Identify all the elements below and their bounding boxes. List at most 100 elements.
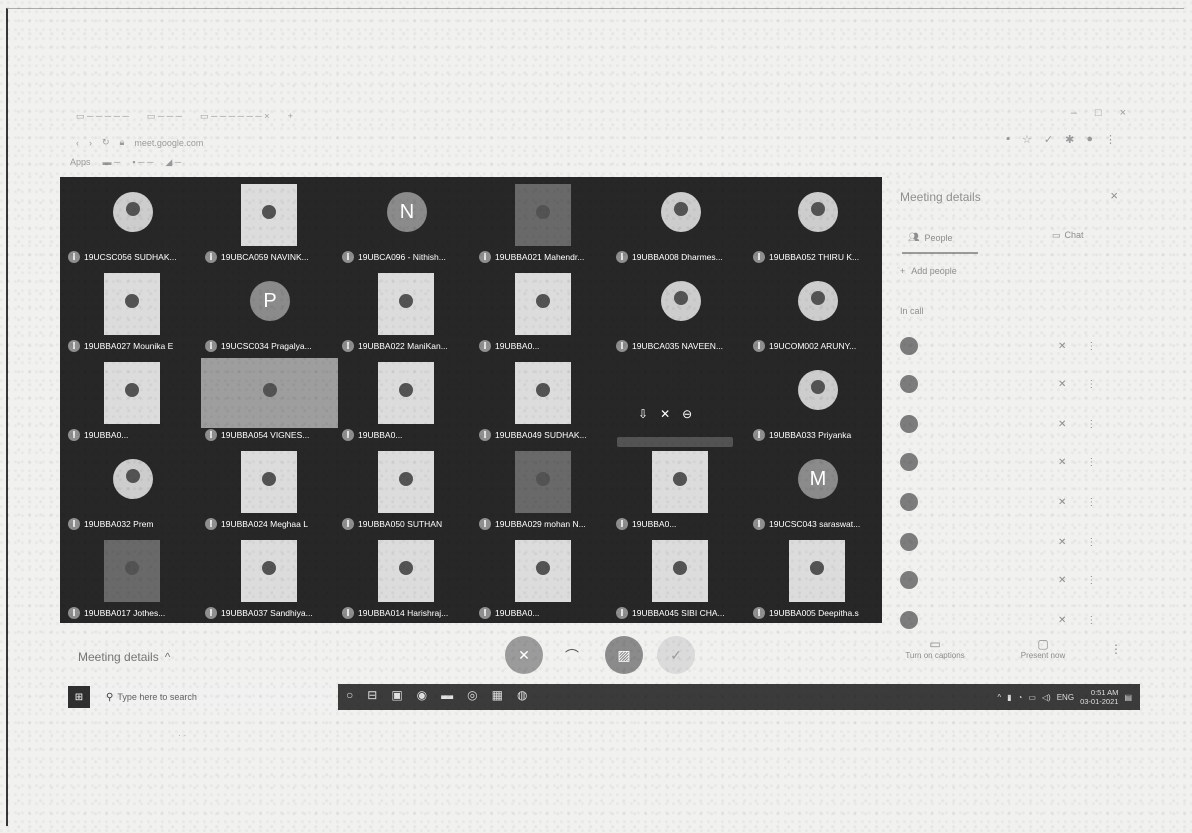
explorer-icon[interactable]: ▬ <box>441 688 453 702</box>
mic-off-icon[interactable]: ✕ <box>1058 615 1066 626</box>
raise-hand-button[interactable]: ✓ <box>657 636 695 674</box>
participant-tile[interactable]: 19UBBA017 Jothes... <box>64 536 201 625</box>
participant-tile[interactable]: 19UBBA032 Prem <box>64 447 201 536</box>
participant-tile[interactable]: 19UBBA027 Mounika E <box>64 269 201 358</box>
participant-tile[interactable]: 19UBBA024 Meghaa L <box>201 447 338 536</box>
meeting-details-button[interactable]: Meeting details ^ <box>78 650 170 664</box>
participant-tile[interactable]: 19UBBA021 Mahendr... <box>475 180 612 269</box>
start-button[interactable]: ⊞ <box>68 686 90 708</box>
person-row[interactable]: ✕ ⋮ <box>900 452 1110 472</box>
participant-tile[interactable]: 19UBBA049 SUDHAK... <box>475 358 612 447</box>
network-icon[interactable]: ◔ <box>1017 693 1022 702</box>
star-icon[interactable]: ☆ <box>1022 133 1032 146</box>
battery-icon[interactable]: ▭ <box>1028 693 1036 702</box>
mute-participant-icon[interactable]: ✕ <box>660 407 670 421</box>
chrome-icon[interactable]: ◎ <box>467 688 477 702</box>
tray-chevron-icon[interactable]: ^ <box>997 693 1001 702</box>
participant-tile[interactable]: 19UBBA0... <box>612 447 749 536</box>
participant-tile[interactable]: N 19UBCA096 - Nithish... <box>338 180 475 269</box>
tab-people[interactable]: 👥︎ People <box>908 232 952 243</box>
participant-tile[interactable]: 19UBBA033 Priyanka <box>749 358 886 447</box>
mic-off-icon[interactable]: ✕ <box>1058 575 1066 586</box>
profile-icon[interactable]: ● <box>1086 133 1093 146</box>
participant-tile[interactable]: 19UBBA037 Sandhiya... <box>201 536 338 625</box>
participant-tile[interactable]: P 19UCSC034 Pragalya... <box>201 269 338 358</box>
leave-call-button[interactable]: ⌒ <box>558 642 586 670</box>
close-panel-icon[interactable]: × <box>1110 188 1118 203</box>
person-row[interactable]: ✕ ⋮ <box>900 336 1110 356</box>
mic-off-icon[interactable]: ✕ <box>1058 379 1066 390</box>
person-row[interactable]: ✕ ⋮ <box>900 414 1110 434</box>
camera-toggle-button[interactable]: ▨ <box>605 636 643 674</box>
minimize-icon[interactable]: – <box>1071 107 1077 119</box>
mic-off-icon[interactable]: ✕ <box>1058 497 1066 508</box>
volume-icon[interactable]: ◁) <box>1042 693 1051 702</box>
participant-tile[interactable]: 19UBCA035 NAVEEN... <box>612 269 749 358</box>
puzzle-icon[interactable]: ✱ <box>1065 133 1074 146</box>
pin-icon[interactable]: ⇩ <box>638 407 648 421</box>
tab-chat[interactable]: ▭ Chat <box>1052 230 1084 241</box>
back-icon[interactable]: ‹ <box>76 138 79 148</box>
person-row[interactable]: ✕ ⋮ <box>900 532 1110 552</box>
participant-tile[interactable]: 19UBBA0... <box>64 358 201 447</box>
bookmark-item[interactable]: ▪ ─ ─ <box>132 157 153 168</box>
camera-icon[interactable]: ▪ <box>1006 133 1010 146</box>
task-view-icon[interactable]: ⊟ <box>367 688 377 702</box>
participant-tile[interactable]: 19UBBA045 SIBI CHA... <box>612 536 749 625</box>
browser-tab[interactable]: ▭ ─ ─ ─ ─ ─ ─ × <box>200 111 270 122</box>
more-icon[interactable]: ⋮ <box>1086 615 1096 626</box>
reload-icon[interactable]: ↻ <box>102 137 110 148</box>
app-icon[interactable]: ▦ <box>492 688 503 702</box>
participant-tile[interactable]: 19UBBA052 THIRU K... <box>749 180 886 269</box>
more-icon[interactable]: ⋮ <box>1086 341 1096 352</box>
more-icon[interactable]: ⋮ <box>1086 457 1096 468</box>
participant-tile[interactable]: 19UCOM002 ARUNY... <box>749 269 886 358</box>
participant-tile[interactable]: 19UBBA005 Deepitha.s <box>749 536 886 625</box>
mic-off-icon[interactable]: ✕ <box>1058 537 1066 548</box>
new-tab-button[interactable]: + <box>288 111 293 122</box>
more-icon[interactable]: ⋮ <box>1086 419 1096 430</box>
clock[interactable]: 0:51 AM 03-01-2021 <box>1080 688 1118 706</box>
more-icon[interactable]: ⋮ <box>1086 537 1096 548</box>
participant-tile[interactable]: 19UBBA014 Harishraj... <box>338 536 475 625</box>
participant-tile[interactable]: 19UCSC056 SUDHAK... <box>64 180 201 269</box>
mic-off-icon[interactable]: ✕ <box>1058 419 1066 430</box>
url-field[interactable]: meet.google.com <box>134 138 203 148</box>
search-input[interactable]: Type here to search <box>117 692 197 702</box>
more-icon[interactable]: ⋮ <box>1086 379 1096 390</box>
bookmark-item[interactable]: ▬ ─ <box>103 157 121 168</box>
app-icon[interactable]: ▣ <box>391 688 402 702</box>
participant-tile[interactable]: 19UBBA0... <box>338 358 475 447</box>
person-row[interactable]: ✕ ⋮ <box>900 492 1110 512</box>
participant-tile[interactable]: 19UBCA059 NAVINK... <box>201 180 338 269</box>
cortana-icon[interactable]: ○ <box>346 688 353 702</box>
browser-tab[interactable]: ▭ ─ ─ ─ <box>147 111 182 122</box>
mic-toggle-button[interactable]: ✕ <box>505 636 543 674</box>
person-row[interactable]: ✕ ⋮ <box>900 610 1110 630</box>
remove-participant-icon[interactable]: ⊖ <box>682 407 692 421</box>
app-icon[interactable]: ◍ <box>517 688 527 702</box>
participant-tile[interactable]: M 19UCSC043 saraswat... <box>749 447 886 536</box>
menu-icon[interactable]: ⋮ <box>1105 133 1116 146</box>
participant-tile[interactable] <box>612 358 749 447</box>
participant-tile[interactable]: 19UBBA0... <box>475 536 612 625</box>
tray-icon[interactable]: ▮ <box>1007 693 1011 702</box>
present-now-button[interactable]: ▢ Present now <box>1008 637 1078 660</box>
participant-tile[interactable]: 19UBBA0... <box>475 269 612 358</box>
participant-tile[interactable]: 19UBBA029 mohan N... <box>475 447 612 536</box>
person-row[interactable]: ✕ ⋮ <box>900 570 1110 590</box>
add-people-button[interactable]: + Add people <box>900 266 957 276</box>
participant-tile[interactable]: 19UBBA008 Dharmes... <box>612 180 749 269</box>
mic-off-icon[interactable]: ✕ <box>1058 457 1066 468</box>
language-indicator[interactable]: ENG <box>1057 693 1074 702</box>
participant-tile[interactable]: 19UBBA050 SUTHAN <box>338 447 475 536</box>
more-icon[interactable]: ⋮ <box>1086 497 1096 508</box>
participant-tile[interactable]: 19UBBA022 ManiKan... <box>338 269 475 358</box>
participant-tile[interactable]: 19UBBA054 VIGNES... <box>201 358 338 447</box>
extension-icon[interactable]: ✓ <box>1044 133 1053 146</box>
edge-icon[interactable]: ◉ <box>417 688 427 702</box>
bookmark-apps[interactable]: Apps <box>70 157 91 168</box>
browser-tab[interactable]: ▭ ─ ─ ─ ─ ─ <box>76 111 129 122</box>
mic-off-icon[interactable]: ✕ <box>1058 341 1066 352</box>
forward-icon[interactable]: › <box>89 138 92 148</box>
